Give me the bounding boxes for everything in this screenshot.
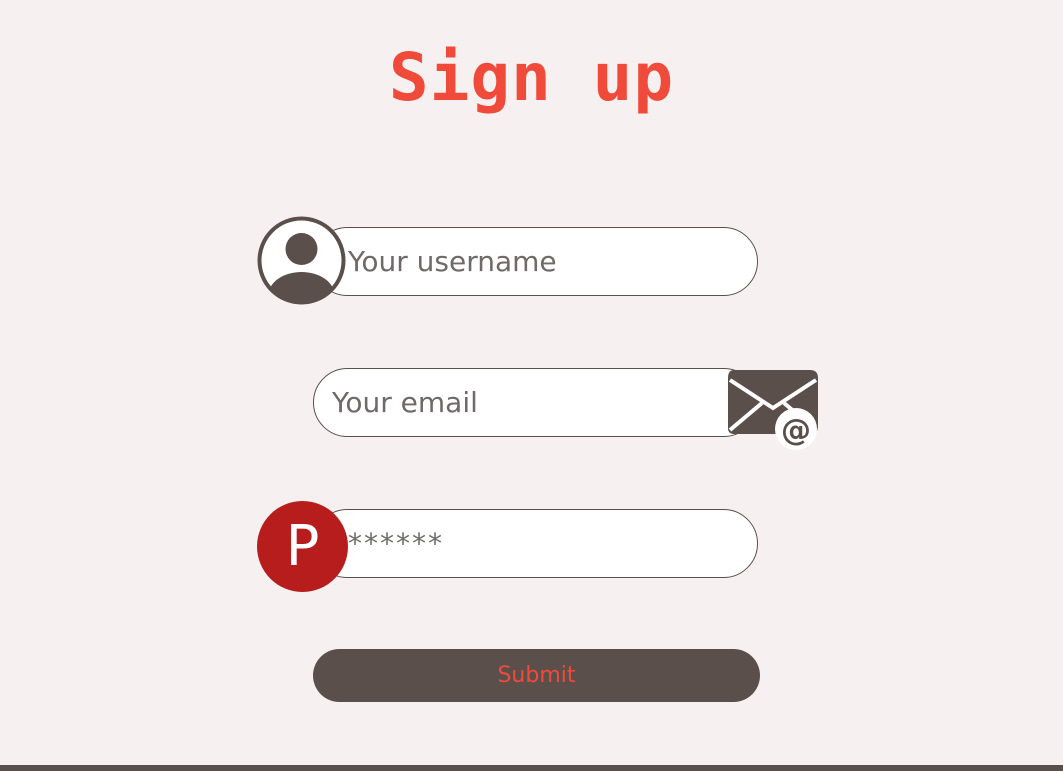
password-value: ****** <box>348 527 444 560</box>
email-placeholder: Your email <box>332 386 478 419</box>
envelope-at-icon: @ <box>728 370 818 450</box>
svg-text:@: @ <box>781 413 811 448</box>
email-input[interactable]: Your email <box>313 368 758 437</box>
username-input[interactable]: Your username <box>313 227 758 296</box>
page-title: Sign up <box>388 39 675 116</box>
user-avatar-icon <box>257 216 346 305</box>
password-input[interactable]: ****** <box>313 509 758 578</box>
username-placeholder: Your username <box>348 245 557 278</box>
password-p-icon: P <box>257 501 348 592</box>
submit-button[interactable]: Submit <box>313 649 760 702</box>
footer-bar <box>0 765 1063 771</box>
